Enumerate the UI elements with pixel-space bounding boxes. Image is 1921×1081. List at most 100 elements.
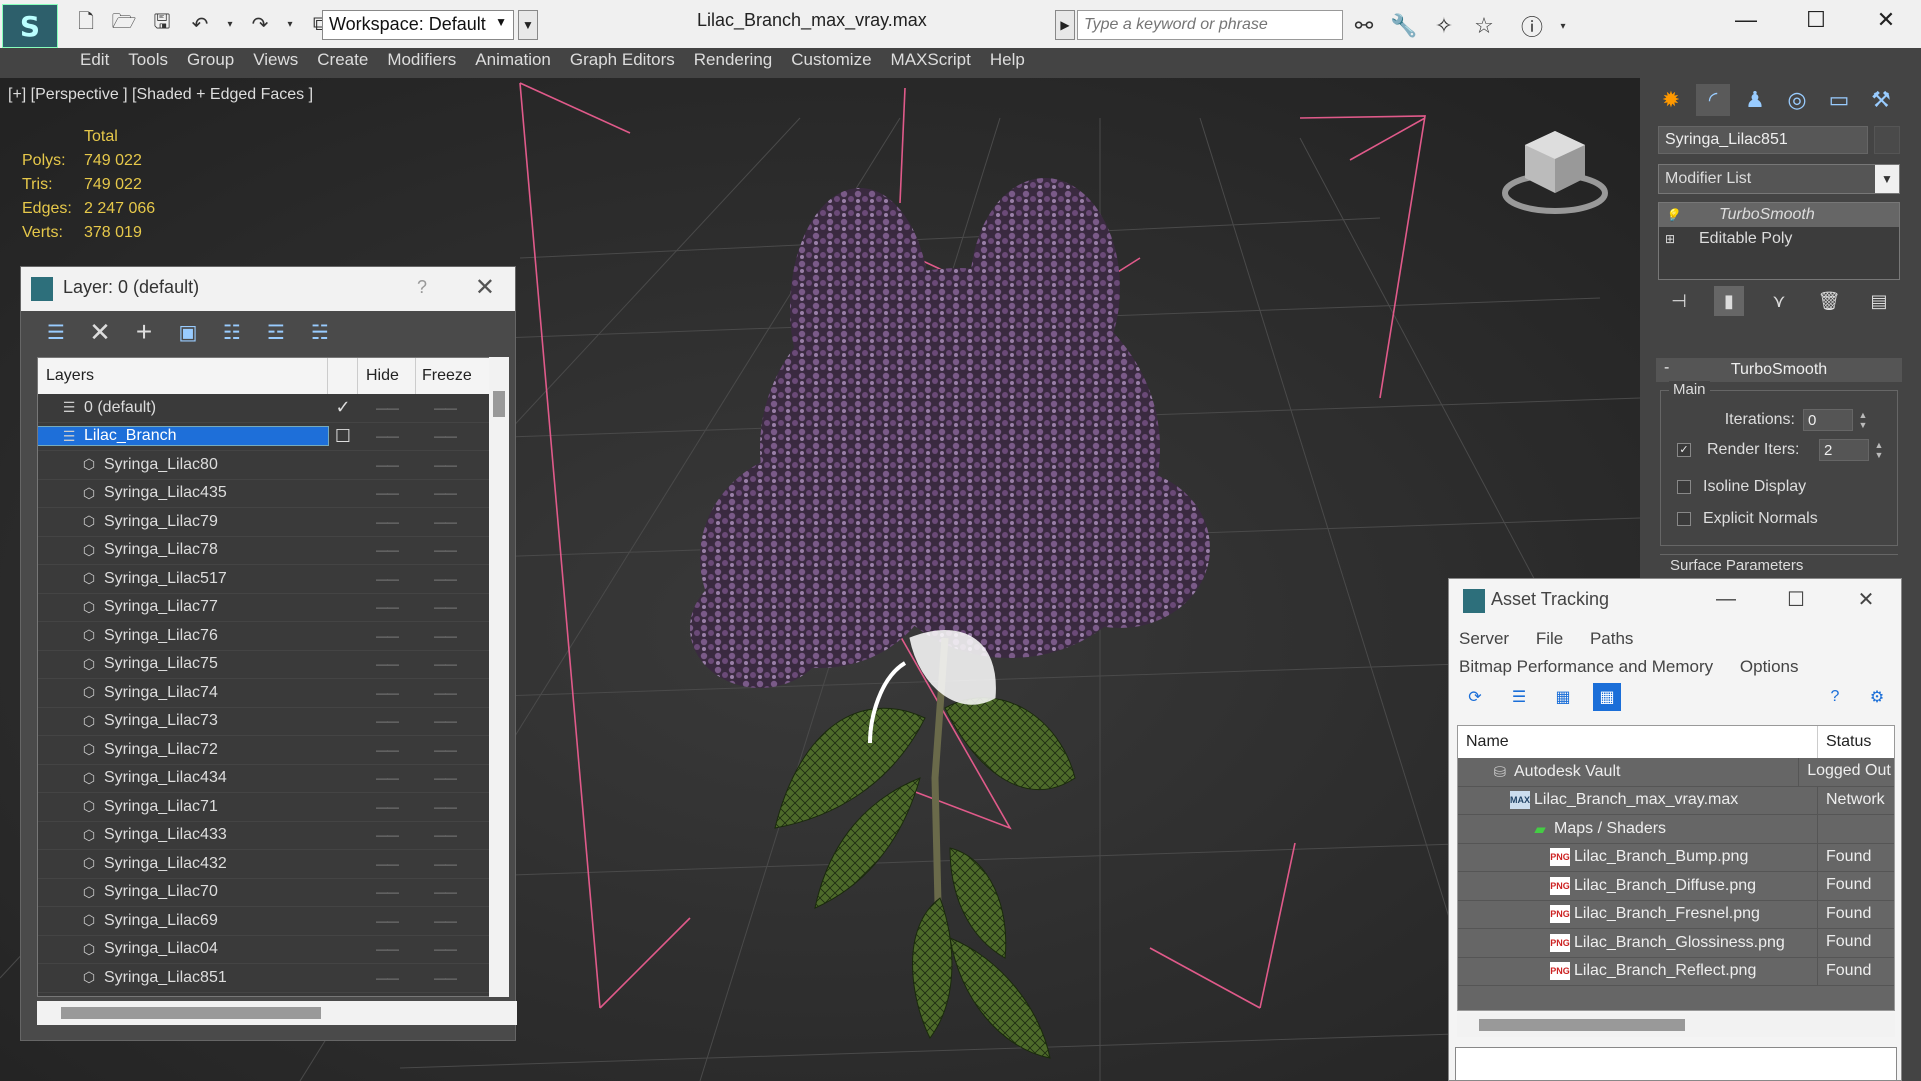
freeze-toggle[interactable]: ——: [416, 743, 474, 757]
object-row[interactable]: ⬡ Syringa_Lilac70 —— ——: [38, 879, 496, 907]
stack-item-turbosmooth[interactable]: 💡 TurboSmooth: [1659, 203, 1899, 227]
freeze-toggle[interactable]: ——: [416, 771, 474, 785]
freeze-toggle[interactable]: ——: [416, 885, 474, 899]
menu-views[interactable]: Views: [253, 48, 317, 76]
save-icon[interactable]: 🖫: [148, 10, 176, 38]
menu-maxscript[interactable]: MAXScript: [891, 48, 990, 76]
help-dropdown-icon[interactable]: ▾: [1558, 12, 1568, 40]
hide-toggle[interactable]: ——: [358, 600, 416, 614]
asset-row[interactable]: PNG Lilac_Branch_Glossiness.png Found: [1458, 929, 1894, 958]
row-name-cell[interactable]: ⬡ Syringa_Lilac435: [38, 484, 328, 502]
row-name-cell[interactable]: ⬡ Syringa_Lilac80: [38, 456, 328, 474]
row-name-cell[interactable]: ⬡ Syringa_Lilac74: [38, 684, 328, 702]
row-name-cell[interactable]: ⬡ Syringa_Lilac71: [38, 798, 328, 816]
new-file-icon[interactable]: 🗋: [72, 10, 100, 38]
search-expand-button[interactable]: ▶: [1055, 10, 1075, 40]
object-row[interactable]: ⬡ Syringa_Lilac69 —— ——: [38, 907, 496, 936]
help-icon[interactable]: ⓘ: [1518, 12, 1546, 40]
iterations-spinner[interactable]: 0: [1803, 409, 1853, 431]
object-row[interactable]: ⬡ Syringa_Lilac851 —— ——: [38, 964, 496, 993]
motion-tab-icon[interactable]: ◎: [1780, 84, 1814, 116]
row-name-cell[interactable]: ⬡ Syringa_Lilac77: [38, 598, 328, 616]
layer-row[interactable]: ☰ Lilac_Branch ☐ —— ——: [38, 423, 496, 451]
utilities-tab-icon[interactable]: ⚒: [1864, 84, 1898, 116]
hide-all-icon[interactable]: ☵: [307, 319, 333, 345]
asset-row[interactable]: ⛁ Autodesk Vault Logged Out: [1458, 758, 1894, 787]
highlight-layer-icon[interactable]: ☲: [263, 319, 289, 345]
refresh-icon[interactable]: ⟳: [1461, 683, 1489, 711]
row-name-cell[interactable]: ⬡ Syringa_Lilac434: [38, 769, 328, 787]
list-view-icon[interactable]: ☰: [1505, 683, 1533, 711]
object-row[interactable]: ⬡ Syringa_Lilac435 —— ——: [38, 480, 496, 508]
object-row[interactable]: ⬡ Syringa_Lilac72 —— ——: [38, 736, 496, 765]
workspace-menu-button[interactable]: ▼: [518, 10, 538, 40]
delete-layer-icon[interactable]: ✕: [87, 317, 113, 347]
layers-icon[interactable]: ☰: [43, 319, 69, 345]
freeze-toggle[interactable]: ——: [416, 600, 474, 614]
surface-parameters-group[interactable]: Surface Parameters: [1660, 554, 1898, 578]
create-tab-icon[interactable]: ✹: [1654, 84, 1688, 116]
add-selection-icon[interactable]: ▣: [175, 319, 201, 345]
object-row[interactable]: ⬡ Syringa_Lilac77 —— ——: [38, 594, 496, 622]
column-current[interactable]: [328, 358, 358, 394]
scroll-thumb[interactable]: [1479, 1019, 1685, 1031]
freeze-toggle[interactable]: ——: [416, 800, 474, 814]
row-name-cell[interactable]: ⬡ Syringa_Lilac433: [38, 826, 328, 844]
asset-path-field[interactable]: [1455, 1047, 1897, 1081]
hide-toggle[interactable]: ——: [358, 657, 416, 671]
show-end-result-icon[interactable]: ▮: [1714, 286, 1744, 316]
freeze-toggle[interactable]: ——: [416, 857, 474, 871]
row-name-cell[interactable]: ⬡ Syringa_Lilac72: [38, 741, 328, 759]
column-layers[interactable]: Layers: [38, 358, 328, 394]
object-row[interactable]: ⬡ Syringa_Lilac73 —— ——: [38, 708, 496, 736]
viewport-label[interactable]: [+] [Perspective ] [Shaded + Edged Faces…: [8, 86, 313, 104]
explicit-normals-checkbox[interactable]: [1677, 512, 1691, 526]
menu-create[interactable]: Create: [317, 48, 387, 76]
object-row[interactable]: ⬡ Syringa_Lilac433 —— ——: [38, 822, 496, 850]
row-name-cell[interactable]: ⬡ Syringa_Lilac70: [38, 883, 328, 901]
thumbnail-view-icon[interactable]: ▦: [1549, 683, 1577, 711]
close-button[interactable]: ✕: [1831, 579, 1901, 619]
stack-item-editable-poly[interactable]: ⊞ Editable Poly: [1659, 227, 1899, 251]
help-icon[interactable]: ?: [417, 277, 427, 298]
current-layer-toggle[interactable]: ☐: [328, 426, 358, 447]
select-layer-icon[interactable]: ☷: [219, 319, 245, 345]
layer-vertical-scrollbar[interactable]: [489, 357, 509, 997]
display-tab-icon[interactable]: ▭: [1822, 84, 1856, 116]
render-iters-spinner[interactable]: 2: [1819, 439, 1869, 461]
spinner-arrows-icon[interactable]: ▲ ▼: [1857, 410, 1869, 430]
row-name-cell[interactable]: ⬡ Syringa_Lilac75: [38, 655, 328, 673]
isoline-checkbox[interactable]: [1677, 480, 1691, 494]
configure-sets-icon[interactable]: ▤: [1864, 286, 1894, 316]
layer-row[interactable]: ☰ 0 (default) ✓ —— ——: [38, 394, 496, 423]
row-name-cell[interactable]: ☰ 0 (default): [38, 399, 328, 417]
rollout-header[interactable]: - TurboSmooth: [1656, 358, 1902, 382]
hide-toggle[interactable]: ——: [358, 543, 416, 557]
menu-edit[interactable]: Edit: [80, 48, 128, 76]
undo-icon[interactable]: ↶: [186, 10, 214, 38]
column-name[interactable]: Name: [1458, 726, 1818, 758]
hide-toggle[interactable]: ——: [358, 714, 416, 728]
layer-horizontal-scrollbar[interactable]: [37, 1001, 517, 1025]
asset-row[interactable]: PNG Lilac_Branch_Diffuse.png Found: [1458, 872, 1894, 901]
close-button[interactable]: ✕: [1851, 0, 1921, 40]
row-name-cell[interactable]: ☰ Lilac_Branch: [38, 426, 329, 447]
object-row[interactable]: ⬡ Syringa_Lilac75 —— ——: [38, 651, 496, 679]
hide-toggle[interactable]: ——: [358, 914, 416, 928]
row-name-cell[interactable]: ⬡ Syringa_Lilac73: [38, 712, 328, 730]
undo-dropdown-icon[interactable]: ▾: [224, 10, 236, 38]
row-name-cell[interactable]: ⬡ Syringa_Lilac851: [38, 969, 328, 987]
object-row[interactable]: ⬡ Syringa_Lilac04 —— ——: [38, 936, 496, 964]
close-icon[interactable]: ✕: [475, 273, 495, 302]
scroll-thumb[interactable]: [61, 1007, 321, 1019]
row-name-cell[interactable]: ⬡ Syringa_Lilac517: [38, 570, 328, 588]
object-row[interactable]: ⬡ Syringa_Lilac71 —— ——: [38, 793, 496, 822]
menu-tools[interactable]: Tools: [128, 48, 187, 76]
menu-group[interactable]: Group: [187, 48, 253, 76]
hide-toggle[interactable]: ——: [358, 971, 416, 985]
freeze-toggle[interactable]: ——: [416, 971, 474, 985]
hide-toggle[interactable]: ——: [358, 743, 416, 757]
spinner-arrows-icon[interactable]: ▲ ▼: [1873, 440, 1885, 460]
layer-panel-titlebar[interactable]: Layer: 0 (default) ? ✕: [21, 267, 515, 311]
maximize-button[interactable]: ☐: [1761, 579, 1831, 619]
